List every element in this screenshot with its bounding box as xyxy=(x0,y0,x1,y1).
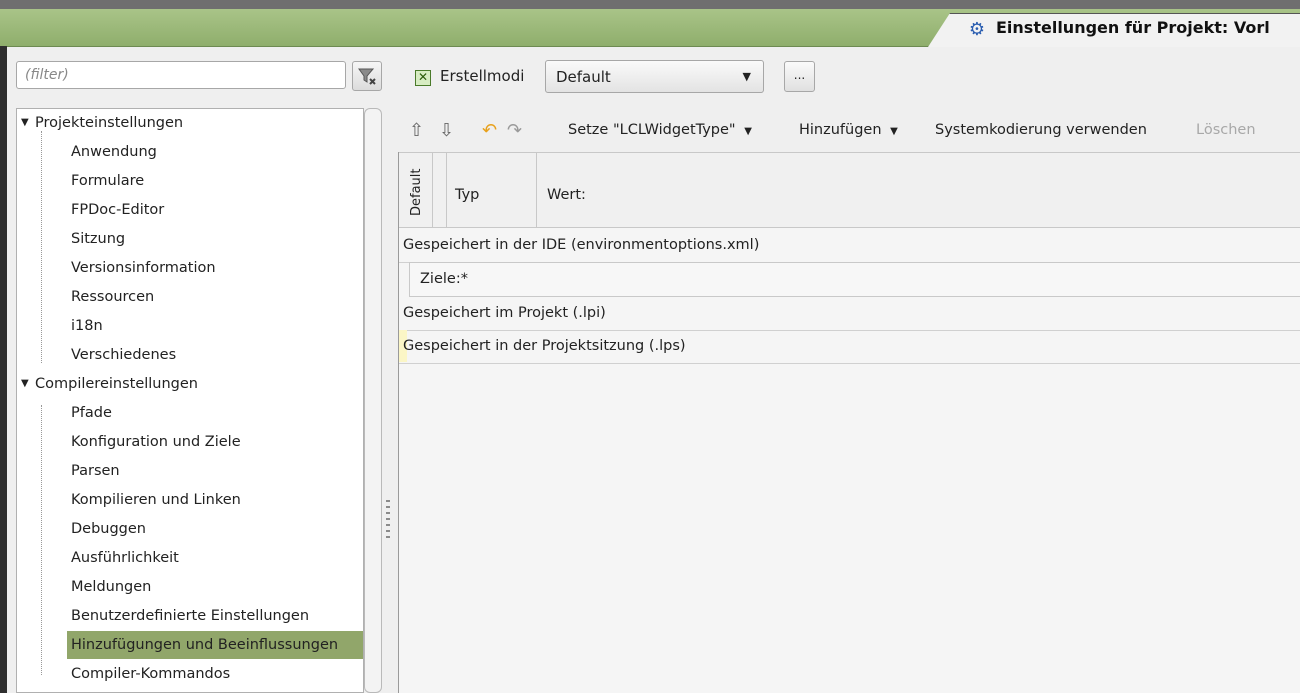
gear-icon: ⚙ xyxy=(968,19,986,40)
additions-grid[interactable]: Default Typ Wert: Gespeichert in der IDE… xyxy=(398,152,1300,693)
tree-item-label: Ausführlichkeit xyxy=(71,550,179,566)
tree-item-label: Kompilieren und Linken xyxy=(71,492,241,508)
column-header-wert[interactable]: Wert: xyxy=(547,187,586,203)
column-divider xyxy=(536,153,537,228)
grid-row-text: Gespeichert in der IDE (environmentoptio… xyxy=(403,237,760,253)
tree-item-i18n[interactable]: i18n xyxy=(17,312,103,340)
grid-row-text: Gespeichert in der Projektsitzung (.lps) xyxy=(403,338,686,354)
chevron-down-icon: ▼ xyxy=(890,126,898,137)
tree-item-label: FPDoc-Editor xyxy=(71,202,165,218)
tree-item-parsen[interactable]: Parsen xyxy=(17,457,120,485)
add-button[interactable]: Hinzufügen ▼ xyxy=(799,122,898,138)
tree-item-label: Formulare xyxy=(71,173,145,189)
toolbar: ⇧ ⇩ ↶ ↷ Setze "LCLWidgetType" ▼ Hinzufüg… xyxy=(398,118,1300,152)
grid-row-projekt[interactable]: Gespeichert im Projekt (.lpi) xyxy=(399,296,1300,331)
column-header-default[interactable]: Default xyxy=(399,153,447,228)
window-title: Einstellungen für Projekt: Vorl xyxy=(996,18,1270,37)
grid-row-text: Gespeichert im Projekt (.lpi) xyxy=(403,305,606,321)
tree-item-kompilieren[interactable]: Kompilieren und Linken xyxy=(17,486,241,514)
tree-item-label: Debuggen xyxy=(71,521,146,537)
set-widgettype-label: Setze "LCLWidgetType" xyxy=(568,122,736,138)
tree-item-anwendung[interactable]: Anwendung xyxy=(17,138,157,166)
tree-item-label: Meldungen xyxy=(71,579,152,595)
tree-item-debuggen[interactable]: Debuggen xyxy=(17,515,146,543)
tree-item-label: Konfiguration und Ziele xyxy=(71,434,241,450)
options-window: ⚙ Einstellungen für Projekt: Vorl (filte… xyxy=(0,0,1300,693)
chevron-down-icon: ▼ xyxy=(744,126,752,137)
tree-item-fpdoc-editor[interactable]: FPDoc-Editor xyxy=(17,196,164,224)
buildmode-combo[interactable]: Default ▼ xyxy=(545,60,764,93)
system-encoding-button[interactable]: Systemkodierung verwenden xyxy=(935,122,1147,138)
tree-item-konfiguration[interactable]: Konfiguration und Ziele xyxy=(17,428,241,456)
tree-scrollbar[interactable] xyxy=(364,108,382,693)
tree-item-label: Pfade xyxy=(71,405,112,421)
buildmodes-checkbox[interactable]: ✕ xyxy=(415,70,431,86)
tree-item-label: Verschiedenes xyxy=(71,347,177,363)
tree-item-label: Anwendung xyxy=(71,144,157,160)
grid-row-ziele[interactable]: Ziele:* xyxy=(409,262,1300,297)
grid-row-projektsitzung[interactable]: Gespeichert in der Projektsitzung (.lps) xyxy=(399,329,1300,364)
tree-item-label: Ressourcen xyxy=(71,289,155,305)
window-left-border xyxy=(0,46,7,693)
set-widgettype-button[interactable]: Setze "LCLWidgetType" ▼ xyxy=(568,122,752,138)
options-tree[interactable]: ▼ Projekteinstellungen Anwendung Formula… xyxy=(16,108,364,693)
tree-item-meldungen[interactable]: Meldungen xyxy=(17,573,151,601)
add-label: Hinzufügen xyxy=(799,122,882,138)
arrow-up-icon[interactable]: ⇧ xyxy=(409,120,424,141)
tree-group-compilereinstellungen[interactable]: ▼ Compilereinstellungen xyxy=(17,370,198,398)
undo-icon[interactable]: ↶ xyxy=(482,120,497,141)
tree-item-compiler-kommandos[interactable]: Compiler-Kommandos xyxy=(17,660,230,688)
expand-arrow-icon[interactable]: ▼ xyxy=(21,370,29,398)
clear-filter-button[interactable] xyxy=(352,61,382,91)
tree-item-sitzung[interactable]: Sitzung xyxy=(17,225,125,253)
tree-item-formulare[interactable]: Formulare xyxy=(17,167,144,195)
buildmode-combo-value: Default xyxy=(556,68,611,86)
column-default-label: Default xyxy=(409,168,424,217)
buildmodes-dots-button[interactable]: ... xyxy=(784,61,815,92)
clear-filter-icon xyxy=(358,68,376,85)
chevron-down-icon: ▼ xyxy=(742,70,751,83)
tree-item-label: Compiler-Kommandos xyxy=(71,666,231,682)
tree-group-label: Projekteinstellungen xyxy=(35,115,184,131)
grid-row-ide[interactable]: Gespeichert in der IDE (environmentoptio… xyxy=(399,228,1300,263)
tree-item-label: Benutzerdefinierte Einstellungen xyxy=(71,608,310,624)
tree-item-label: Parsen xyxy=(71,463,120,479)
tree-item-ressourcen[interactable]: Ressourcen xyxy=(17,283,154,311)
grid-row-text: Ziele:* xyxy=(420,271,468,287)
tree-item-pfade[interactable]: Pfade xyxy=(17,399,112,427)
column-divider xyxy=(432,153,433,228)
window-top-border xyxy=(0,0,1300,9)
tree-item-hinzufuegungen[interactable]: Hinzufügungen und Beeinflussungen xyxy=(67,631,363,659)
panel-splitter[interactable] xyxy=(382,108,396,693)
arrow-down-icon[interactable]: ⇩ xyxy=(439,120,454,141)
column-header-typ[interactable]: Typ xyxy=(455,187,479,203)
buildmodes-label[interactable]: Erstellmodi xyxy=(440,67,524,85)
tree-group-label: Compilereinstellungen xyxy=(35,376,198,392)
expand-arrow-icon[interactable]: ▼ xyxy=(21,109,29,137)
tree-item-label: i18n xyxy=(71,318,103,334)
tree-item-ausfuehrlichkeit[interactable]: Ausführlichkeit xyxy=(17,544,179,572)
tree-item-label: Hinzufügungen und Beeinflussungen xyxy=(71,637,339,653)
filter-input[interactable]: (filter) xyxy=(16,61,346,89)
tree-item-label: Versionsinformation xyxy=(71,260,216,276)
delete-button[interactable]: Löschen xyxy=(1196,122,1256,138)
grid-header: Default Typ Wert: xyxy=(399,152,1300,228)
tree-item-benutzerdefiniert[interactable]: Benutzerdefinierte Einstellungen xyxy=(17,602,309,630)
tree-group-projekteinstellungen[interactable]: ▼ Projekteinstellungen xyxy=(17,109,183,137)
splitter-grip[interactable] xyxy=(386,500,390,540)
tree-item-label: Sitzung xyxy=(71,231,126,247)
tree-item-versionsinformation[interactable]: Versionsinformation xyxy=(17,254,216,282)
tree-item-verschiedenes[interactable]: Verschiedenes xyxy=(17,341,176,369)
redo-icon[interactable]: ↷ xyxy=(507,120,522,141)
